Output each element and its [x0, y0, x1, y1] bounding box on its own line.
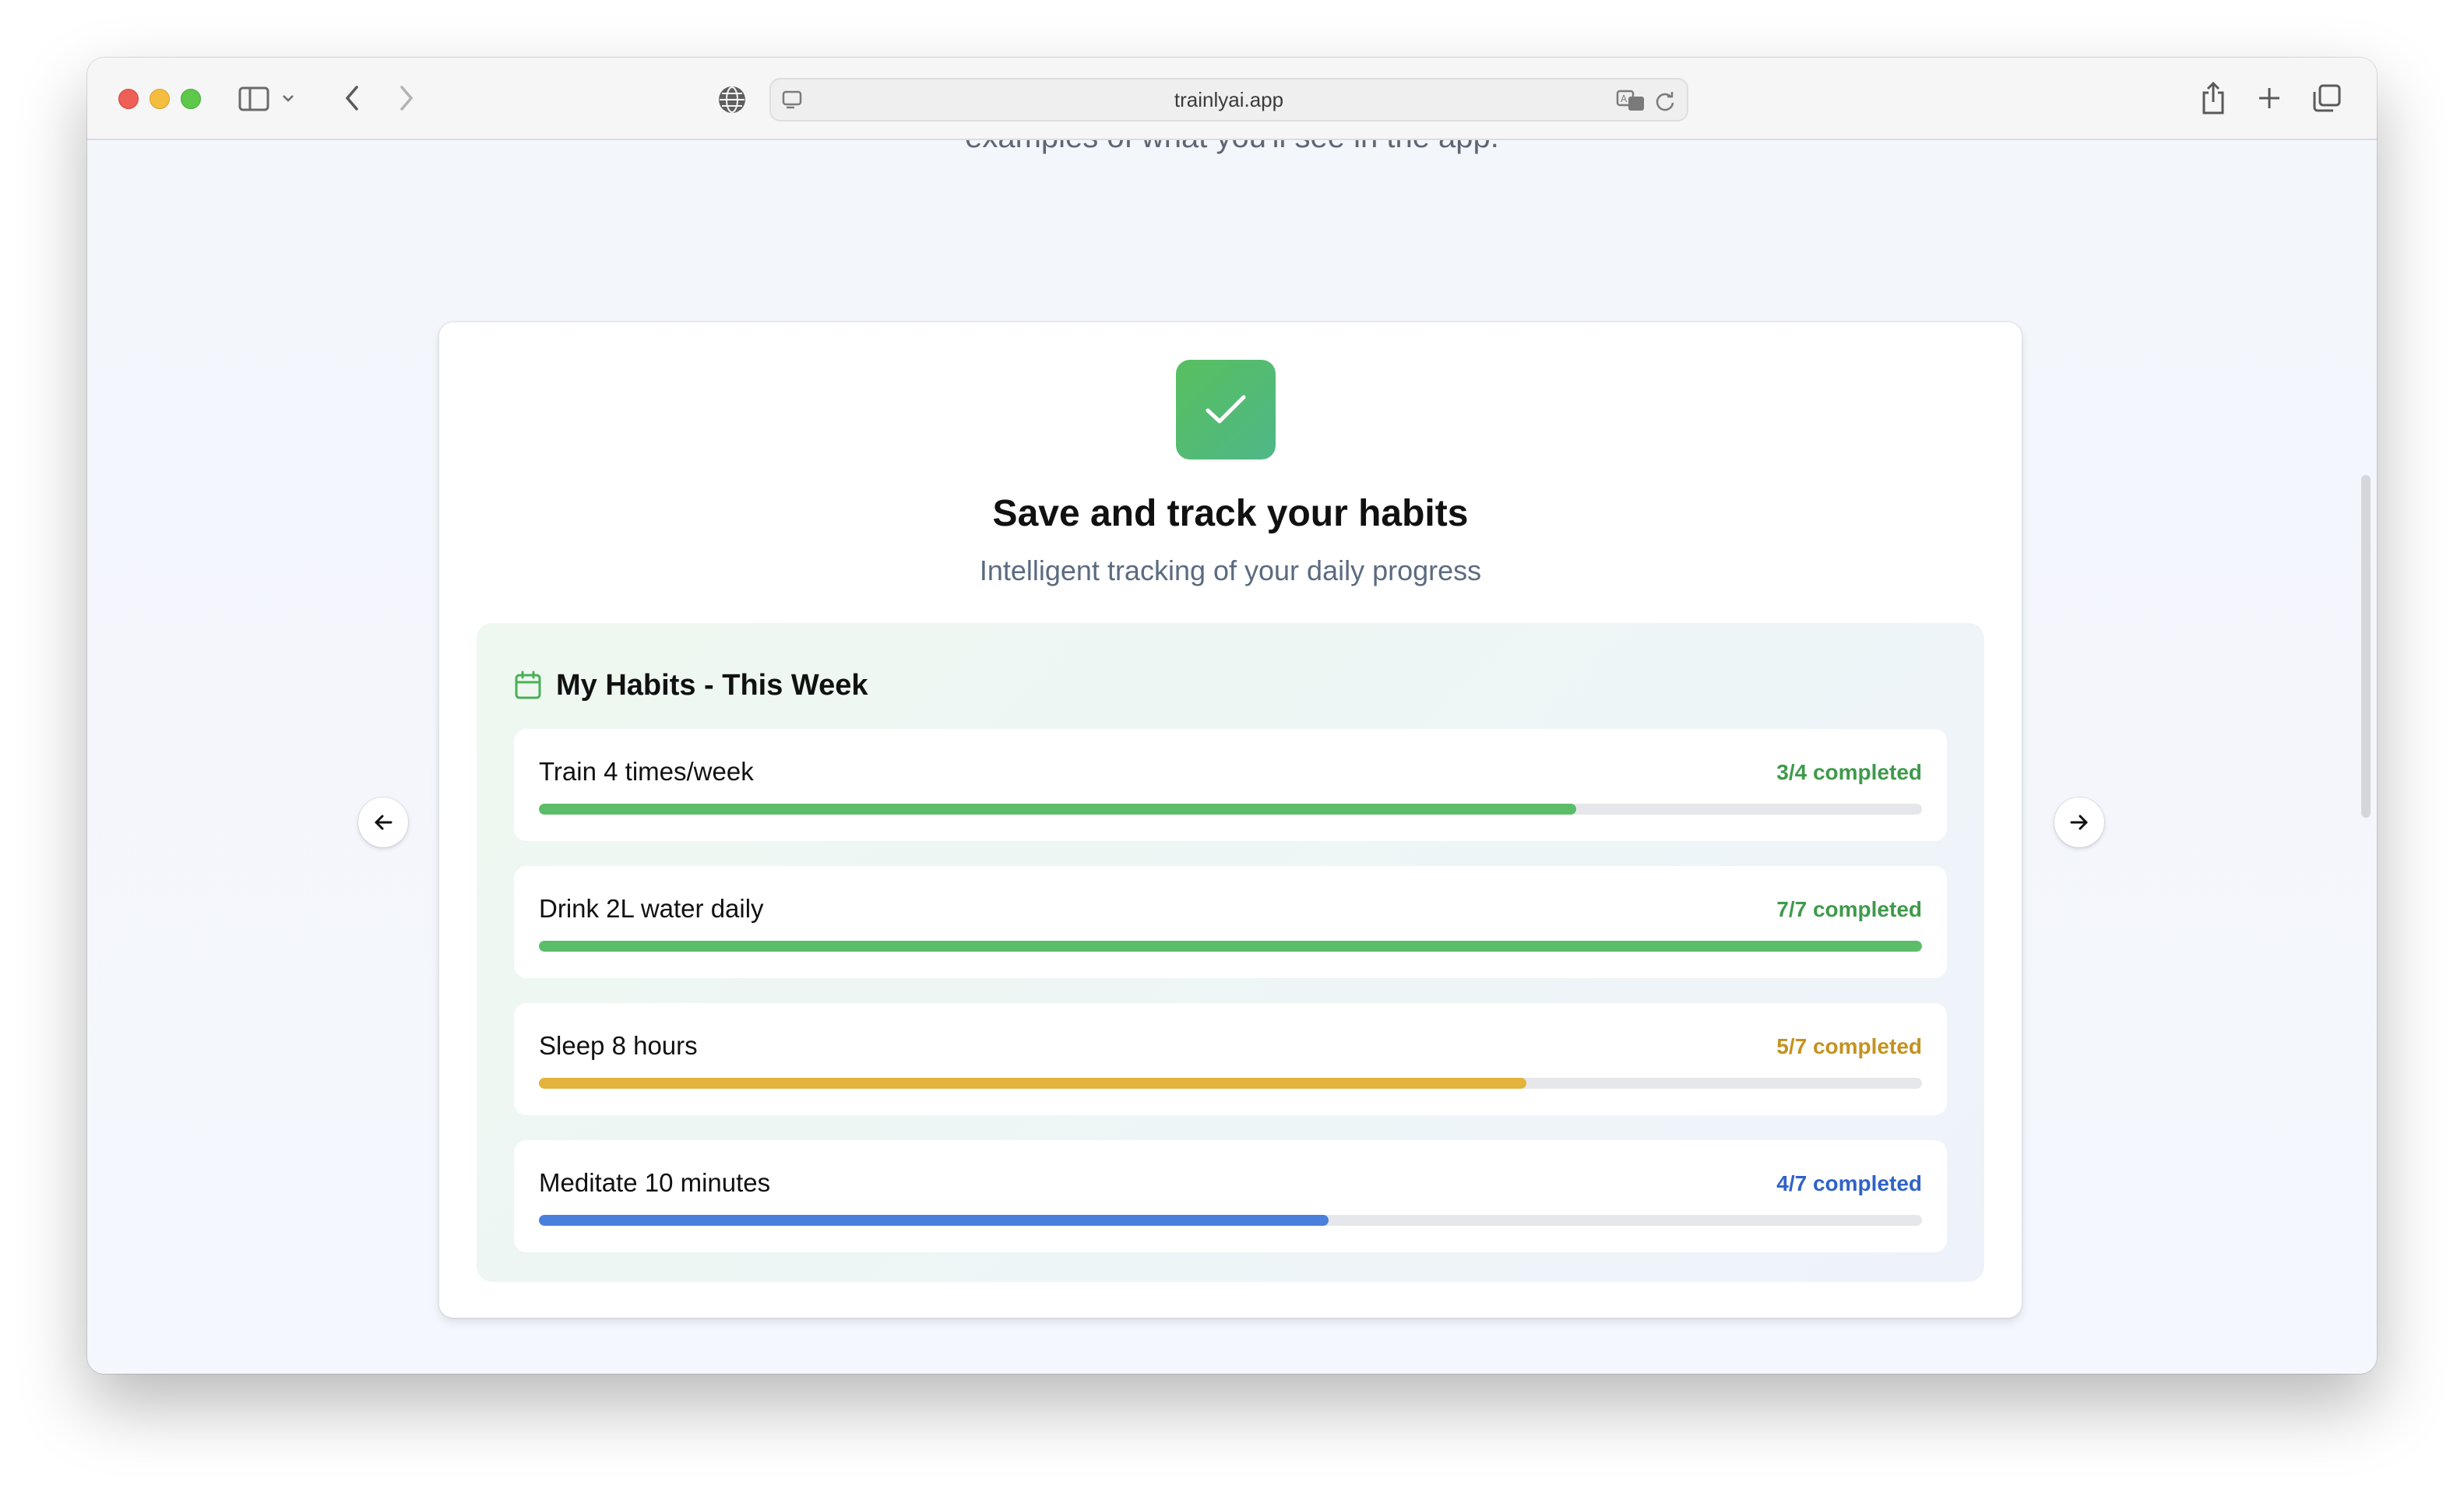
- scrollbar[interactable]: [2361, 475, 2371, 818]
- habit-row: Sleep 8 hours 5/7 completed: [514, 1003, 1947, 1115]
- carousel-next-button[interactable]: [2054, 797, 2104, 847]
- panel-title: My Habits - This Week: [556, 668, 868, 702]
- habits-panel: My Habits - This Week Train 4 times/week…: [477, 623, 1984, 1282]
- habit-row: Meditate 10 minutes 4/7 completed: [514, 1140, 1947, 1252]
- share-icon[interactable]: [2198, 79, 2229, 117]
- svg-text:A: A: [1621, 93, 1628, 104]
- browser-window: trainlyai.app A examples of what you'll …: [87, 58, 2377, 1374]
- habit-status: 5/7 completed: [1776, 1034, 1922, 1058]
- check-icon: [1206, 395, 1246, 424]
- calendar-icon: [515, 671, 541, 699]
- progress-track: [539, 1078, 1922, 1089]
- progress-fill: [539, 1078, 1527, 1089]
- zoom-window-button[interactable]: [181, 89, 201, 109]
- habit-name: Sleep 8 hours: [539, 1031, 698, 1060]
- habit-status: 3/4 completed: [1776, 760, 1922, 784]
- forward-arrow-icon[interactable]: [391, 83, 422, 114]
- new-tab-icon[interactable]: [2254, 83, 2285, 114]
- habit-row: Drink 2L water daily 7/7 completed: [514, 866, 1947, 978]
- translate-icon[interactable]: A: [1615, 87, 1646, 114]
- feature-card: Save and track your habits Intelligent t…: [439, 322, 2022, 1318]
- panel-header: My Habits - This Week: [514, 665, 868, 706]
- back-arrow-icon[interactable]: [336, 83, 368, 114]
- sidebar-toggle-icon[interactable]: [237, 84, 271, 114]
- card-subtitle: Intelligent tracking of your daily progr…: [979, 554, 1482, 586]
- habit-name: Meditate 10 minutes: [539, 1168, 771, 1197]
- chevron-down-icon[interactable]: [279, 89, 297, 107]
- minimize-window-button[interactable]: [150, 89, 170, 109]
- habit-name: Drink 2L water daily: [539, 894, 764, 923]
- habit-status: 7/7 completed: [1776, 897, 1922, 921]
- progress-fill: [539, 941, 1922, 952]
- url-text: trainlyai.app: [1174, 87, 1284, 111]
- tab-overview-icon[interactable]: [2311, 83, 2343, 114]
- browser-toolbar: trainlyai.app A: [87, 58, 2377, 140]
- progress-track: [539, 1215, 1922, 1226]
- close-window-button[interactable]: [118, 89, 139, 109]
- habit-status: 4/7 completed: [1776, 1171, 1922, 1195]
- progress-track: [539, 804, 1922, 815]
- progress-fill: [539, 804, 1576, 815]
- reload-icon[interactable]: [1653, 89, 1677, 114]
- arrow-left-icon: [375, 815, 392, 830]
- progress-track: [539, 941, 1922, 952]
- habit-name: Train 4 times/week: [539, 757, 754, 786]
- address-bar[interactable]: trainlyai.app A: [769, 78, 1688, 121]
- feature-badge: [1176, 360, 1276, 459]
- card-title: Save and track your habits: [992, 493, 1469, 534]
- page-content: examples of what you'll see in the app. …: [87, 140, 2377, 1374]
- arrow-right-icon: [2070, 815, 2088, 830]
- progress-fill: [539, 1215, 1329, 1226]
- carousel-prev-button[interactable]: [358, 797, 408, 847]
- habit-row: Train 4 times/week 3/4 completed: [514, 729, 1947, 841]
- intro-text: examples of what you'll see in the app.: [87, 140, 2377, 155]
- globe-icon[interactable]: [716, 84, 748, 115]
